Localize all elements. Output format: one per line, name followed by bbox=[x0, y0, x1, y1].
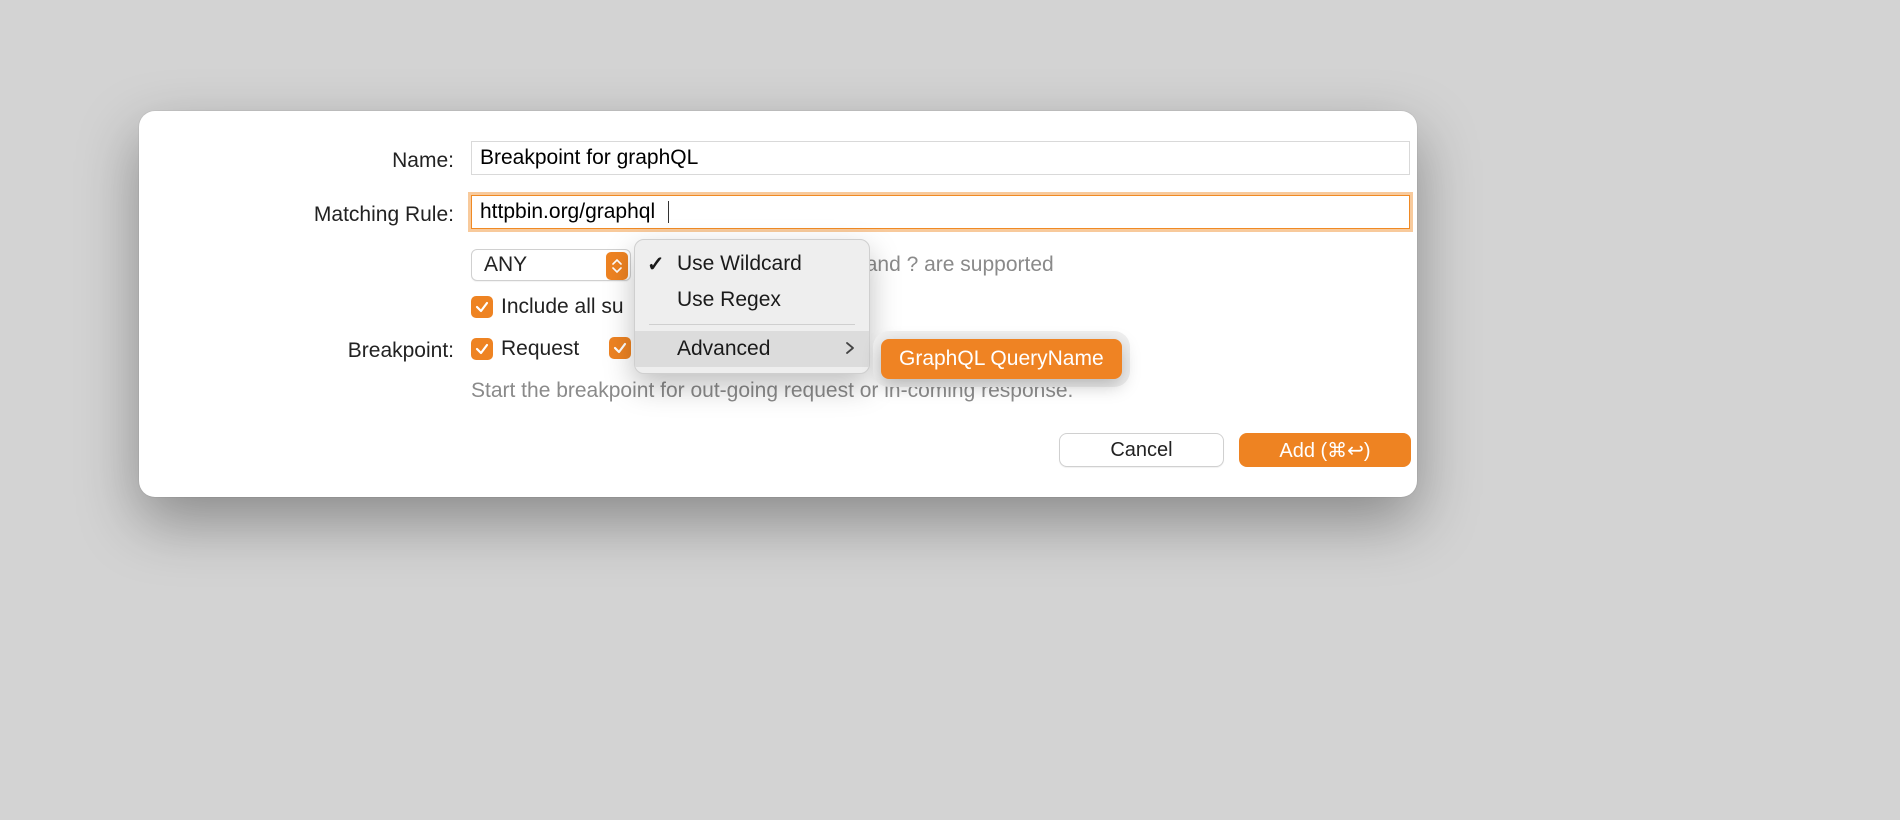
add-button-label: Add (⌘↩︎) bbox=[1279, 438, 1370, 463]
matching-rule-input[interactable] bbox=[471, 195, 1410, 229]
menu-item-use-regex[interactable]: Use Regex bbox=[635, 282, 869, 318]
add-button[interactable]: Add (⌘↩︎) bbox=[1239, 433, 1411, 467]
label-name: Name: bbox=[139, 149, 454, 173]
request-label: Request bbox=[501, 337, 579, 361]
menu-item-label: Use Regex bbox=[677, 288, 781, 312]
dropdown-stepper-icon bbox=[606, 252, 628, 280]
breakpoint-request-row: Request bbox=[471, 337, 579, 361]
http-method-dropdown[interactable]: ANY bbox=[471, 249, 631, 281]
menu-item-use-wildcard[interactable]: ✓ Use Wildcard bbox=[635, 246, 869, 282]
cancel-button[interactable]: Cancel bbox=[1059, 433, 1224, 467]
matching-mode-menu: ✓ Use Wildcard Use Regex Advanced bbox=[634, 239, 870, 374]
menu-item-label: GraphQL QueryName bbox=[899, 347, 1104, 370]
menu-separator bbox=[649, 324, 855, 325]
include-subpaths-checkbox[interactable] bbox=[471, 296, 493, 318]
breakpoint-help-text: Start the breakpoint for out-going reque… bbox=[471, 379, 1073, 403]
request-checkbox[interactable] bbox=[471, 338, 493, 360]
menu-item-label: Use Wildcard bbox=[677, 252, 802, 276]
response-checkbox[interactable] bbox=[609, 337, 631, 359]
checkmark-icon: ✓ bbox=[647, 252, 665, 277]
http-method-value: ANY bbox=[484, 253, 527, 277]
chevron-right-icon bbox=[845, 337, 855, 361]
breakpoint-response-row bbox=[609, 337, 631, 359]
text-caret bbox=[668, 201, 669, 223]
cancel-button-label: Cancel bbox=[1110, 439, 1172, 462]
include-subpaths-label: Include all su bbox=[501, 295, 624, 319]
include-subpaths-row: Include all su bbox=[471, 295, 624, 319]
name-input[interactable] bbox=[471, 141, 1410, 175]
menu-item-advanced[interactable]: Advanced bbox=[635, 331, 869, 367]
label-matching-rule: Matching Rule: bbox=[139, 203, 454, 227]
label-breakpoint: Breakpoint: bbox=[139, 339, 454, 363]
breakpoint-dialog: Name: Matching Rule: ANY ple wildcard * … bbox=[139, 111, 1417, 497]
menu-item-label: Advanced bbox=[677, 337, 770, 361]
menu-item-graphql-queryname[interactable]: GraphQL QueryName bbox=[881, 339, 1122, 379]
